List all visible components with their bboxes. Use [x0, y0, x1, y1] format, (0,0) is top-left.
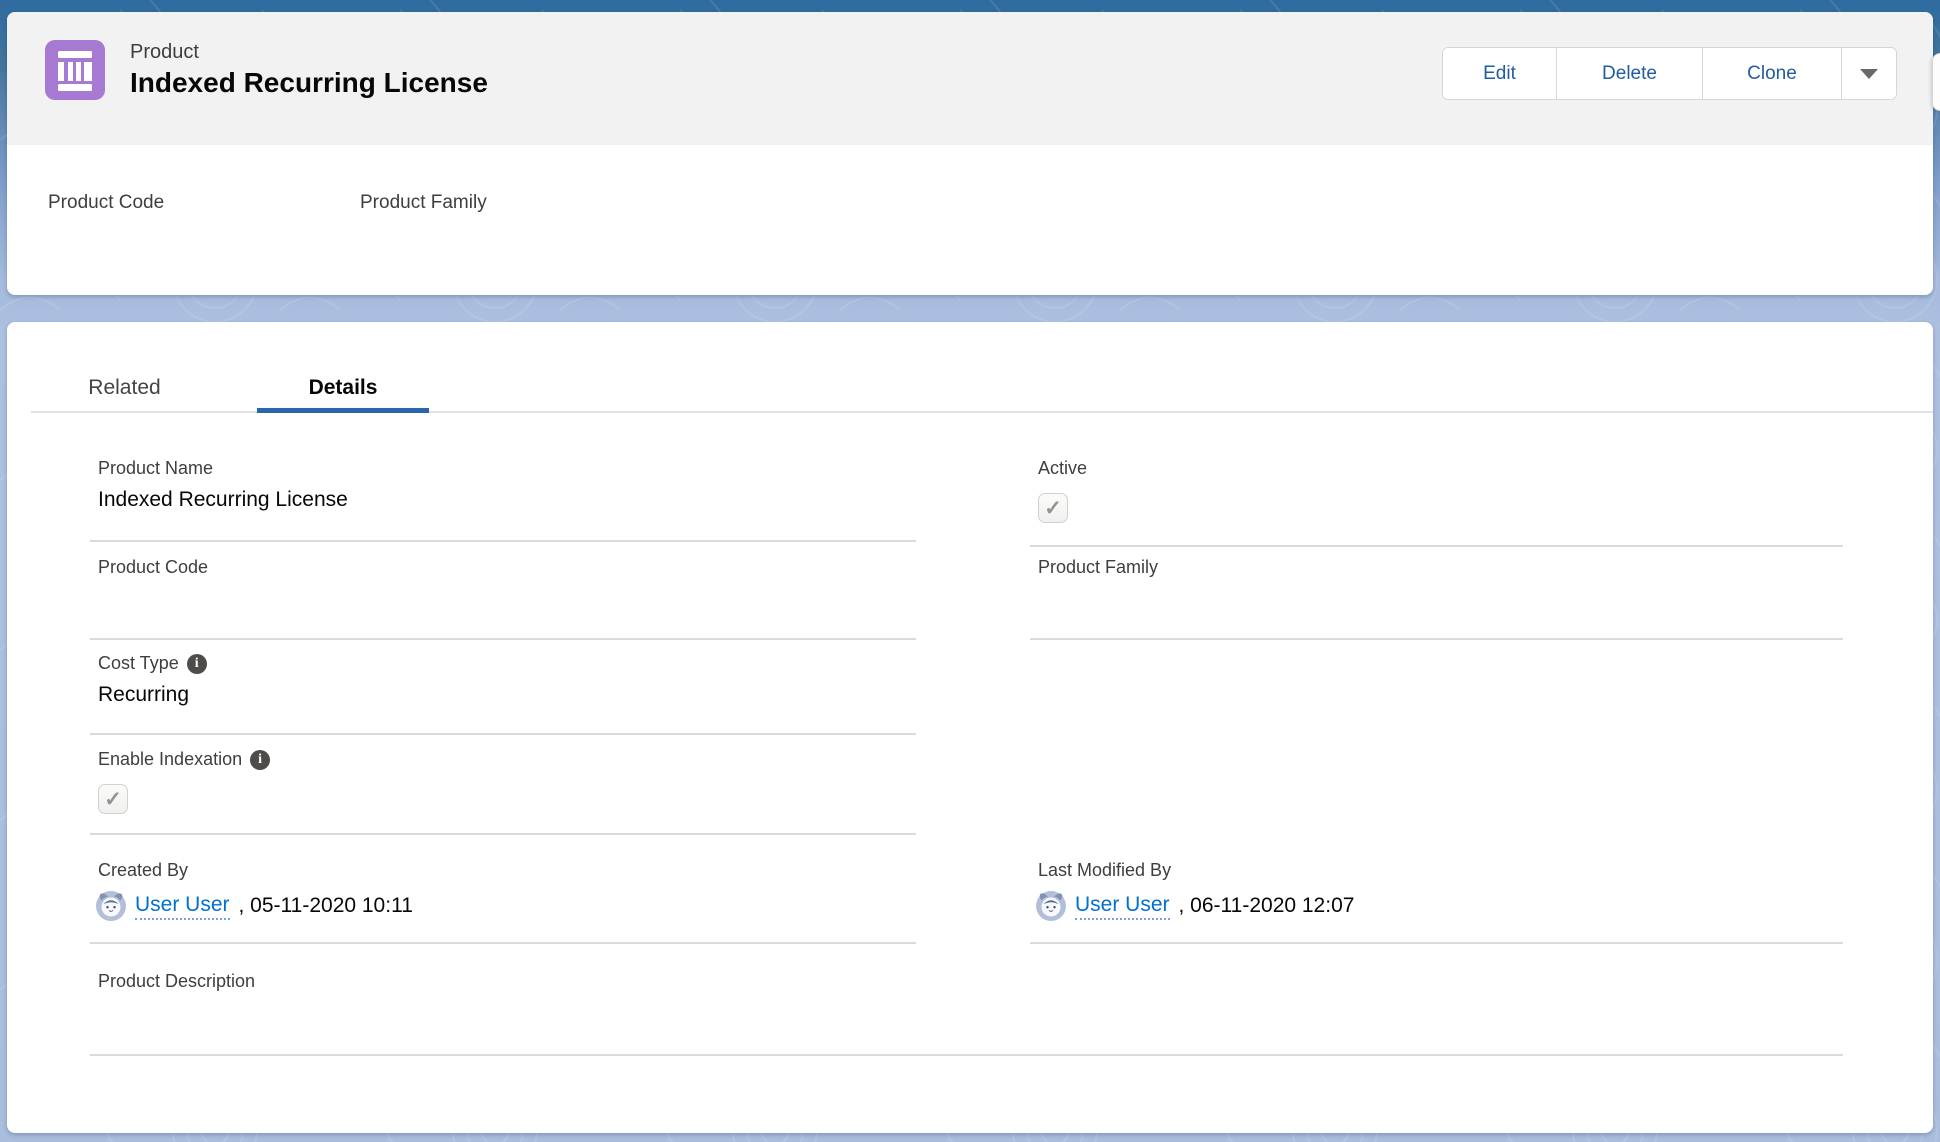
delete-button[interactable]: Delete	[1556, 48, 1702, 99]
field-product-code[interactable]: Product Code	[90, 553, 916, 640]
created-by-label: Created By	[90, 856, 916, 881]
last-modified-by-user-link[interactable]: User User	[1075, 893, 1170, 920]
cost-type-label: Cost Type	[98, 653, 179, 674]
active-tab-underline	[257, 408, 429, 413]
record-detail-card: Related Details Product Name Indexed Rec…	[7, 322, 1933, 1133]
last-modified-by-label: Last Modified By	[1030, 856, 1843, 881]
edit-button[interactable]: Edit	[1443, 48, 1556, 99]
edge-panel-toggle-partial[interactable]	[1932, 53, 1940, 111]
checkmark-icon: ✓	[104, 787, 122, 812]
product-description-label: Product Description	[90, 967, 1843, 992]
enable-indexation-label: Enable Indexation	[98, 749, 242, 770]
created-by-datetime: , 05-11-2020 10:11	[239, 894, 413, 918]
product-name-label: Product Name	[90, 454, 916, 479]
field-enable-indexation[interactable]: Enable Indexation i ✓	[90, 745, 916, 835]
last-modified-by-datetime: , 06-11-2020 12:07	[1179, 894, 1355, 918]
chevron-down-icon	[1860, 69, 1878, 79]
active-checkbox-checked: ✓	[1038, 493, 1068, 523]
enable-indexation-checkbox-checked: ✓	[98, 784, 128, 814]
user-avatar	[96, 891, 126, 921]
field-created-by: Created By User User , 05-11-2020 10:11	[90, 856, 916, 944]
field-cost-type[interactable]: Cost Type i Recurring	[90, 649, 916, 735]
entity-label: Product	[130, 41, 199, 64]
product-code-label: Product Code	[90, 553, 916, 578]
field-active[interactable]: Active ✓	[1030, 454, 1843, 547]
tab-related[interactable]: Related	[37, 366, 212, 410]
product-description-value	[90, 992, 1843, 1022]
product-family-value	[1030, 578, 1843, 608]
field-product-family[interactable]: Product Family	[1030, 553, 1843, 640]
product-family-label: Product Family	[1030, 553, 1843, 578]
product-name-value: Indexed Recurring License	[90, 479, 916, 512]
record-header-band: Product Indexed Recurring License Edit D…	[7, 12, 1933, 145]
field-last-modified-by: Last Modified By User User , 06-11-2020 …	[1030, 856, 1843, 944]
created-by-user-link[interactable]: User User	[135, 893, 230, 920]
more-actions-button[interactable]	[1841, 48, 1896, 99]
clone-button[interactable]: Clone	[1702, 48, 1841, 99]
header-product-code-label: Product Code	[48, 192, 164, 214]
info-icon[interactable]: i	[250, 750, 270, 770]
header-product-family-label: Product Family	[360, 192, 487, 214]
product-icon	[45, 40, 105, 100]
active-label: Active	[1030, 454, 1843, 479]
cost-type-value: Recurring	[90, 674, 916, 707]
record-action-group: Edit Delete Clone	[1442, 47, 1897, 100]
field-product-description[interactable]: Product Description	[90, 967, 1843, 1056]
checkmark-icon: ✓	[1044, 496, 1062, 521]
field-product-name[interactable]: Product Name Indexed Recurring License	[90, 454, 916, 542]
tab-details[interactable]: Details	[253, 366, 433, 410]
record-header-card: Product Indexed Recurring License Edit D…	[7, 12, 1933, 295]
page-title: Indexed Recurring License	[130, 67, 488, 99]
user-avatar	[1036, 891, 1066, 921]
info-icon[interactable]: i	[187, 654, 207, 674]
product-code-value	[90, 578, 916, 608]
